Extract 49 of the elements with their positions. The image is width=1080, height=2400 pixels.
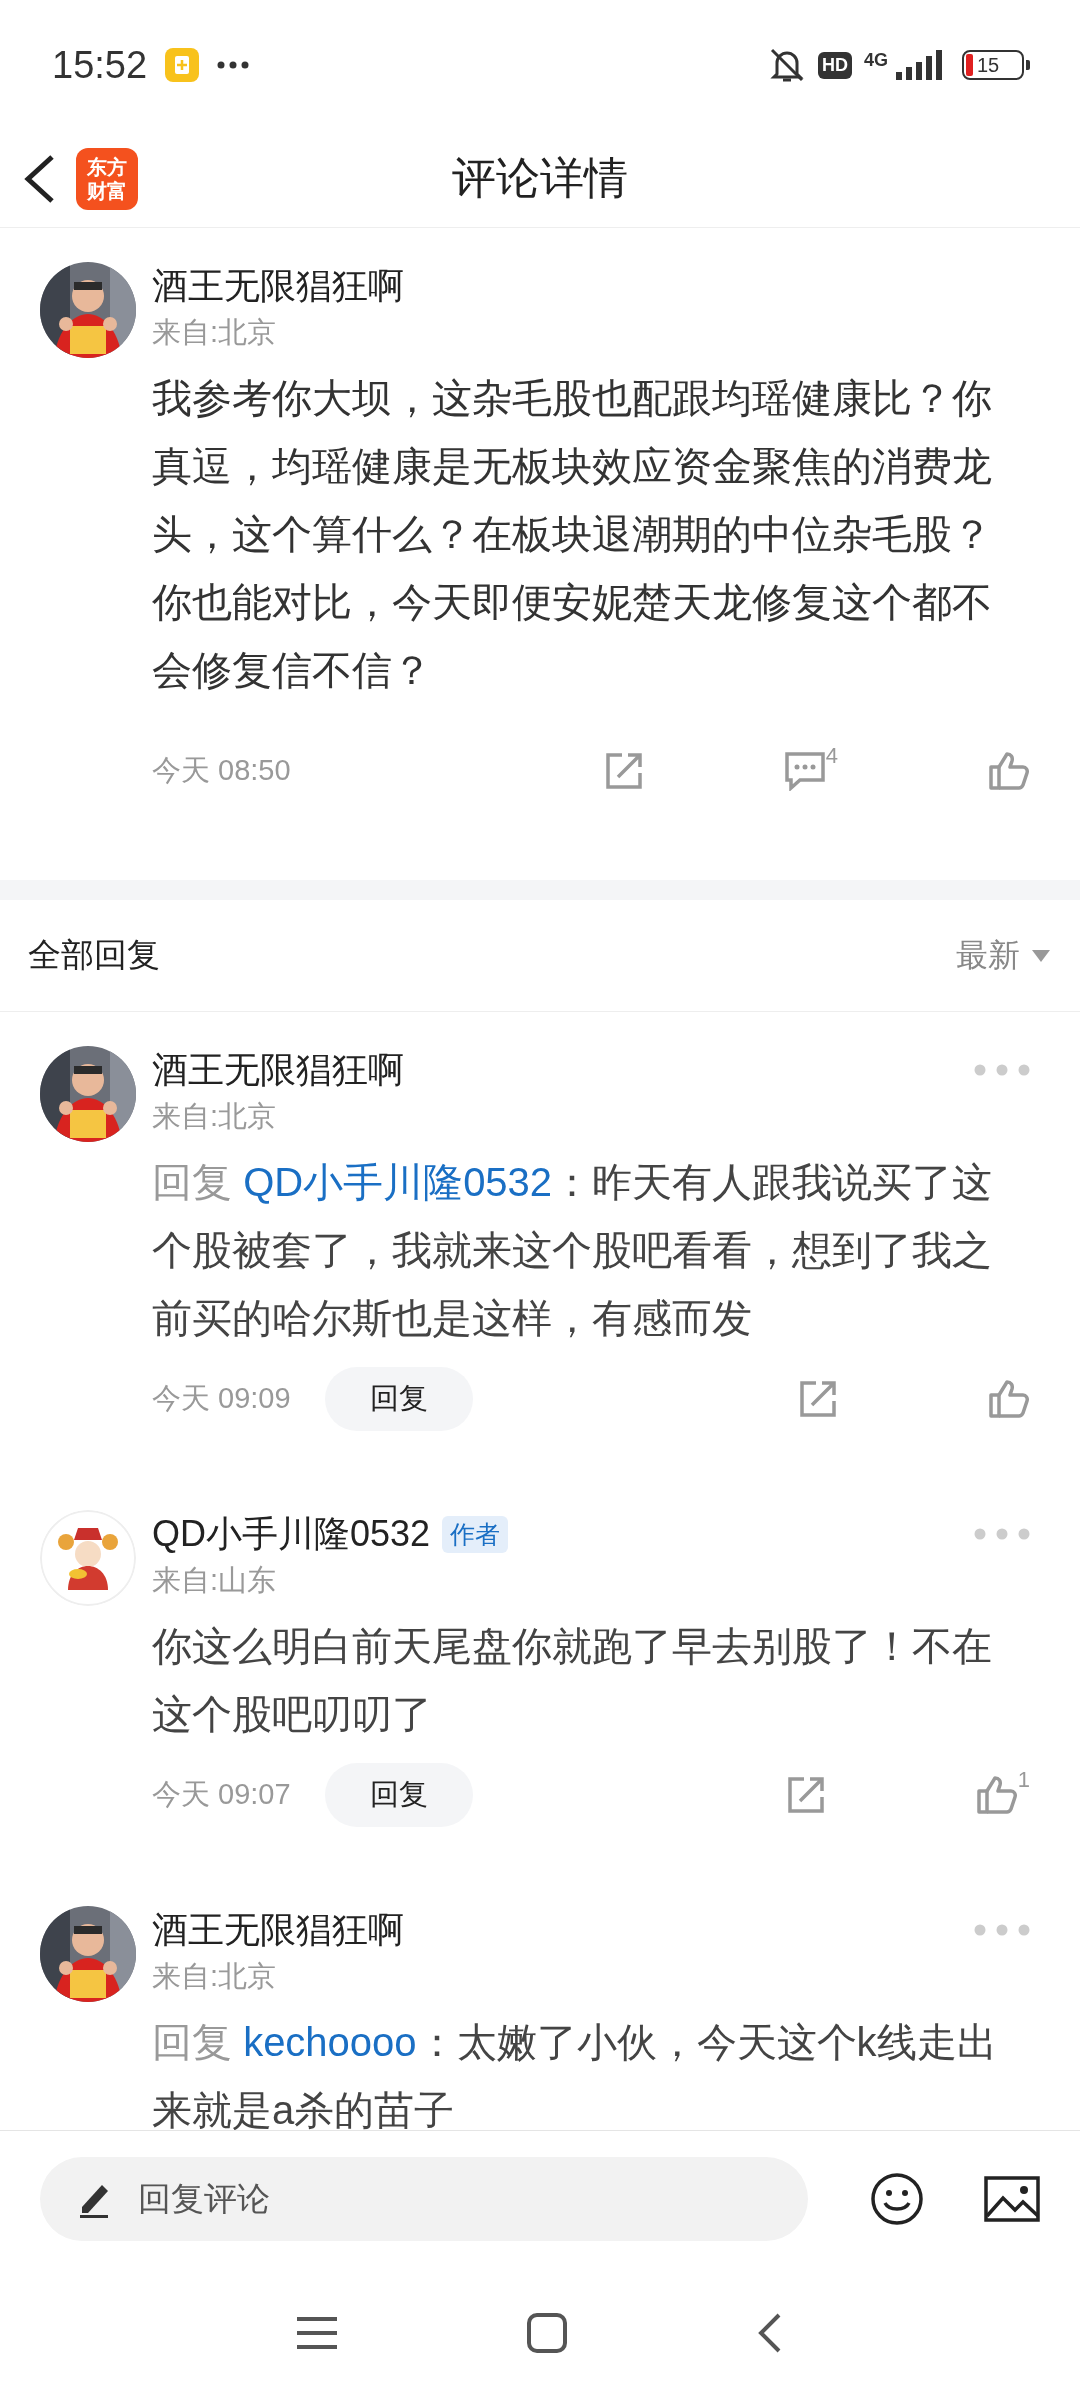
like-count: 1 bbox=[1017, 1767, 1030, 1793]
more-icon bbox=[217, 61, 250, 69]
comment-text: 我参考你大坝，这杂毛股也配跟均瑶健康比？你真逗，均瑶健康是无板块效应资金聚焦的消费龙头，这个算什么？在板块退潮期的中位杂毛股？你也能对比，今天即便安妮楚天龙修复这个都不会修复信不信？ bbox=[152, 375, 993, 694]
more-icon[interactable] bbox=[974, 1064, 1030, 1076]
reply-button[interactable]: 回复 bbox=[324, 1367, 473, 1431]
mute-bell-icon bbox=[768, 46, 806, 84]
username[interactable]: 酒王无限猖狂啊 bbox=[152, 1905, 404, 1955]
share-icon[interactable] bbox=[798, 1379, 838, 1419]
battery-app-icon bbox=[165, 48, 200, 82]
comment-field[interactable]: 回复评论 bbox=[40, 2156, 808, 2241]
thumbs-up-icon[interactable] bbox=[988, 1379, 1030, 1419]
location-label: 来自:北京 bbox=[152, 1959, 278, 1994]
hd-icon: HD bbox=[818, 51, 852, 79]
comment-text: 回复 kechoooo：太嫩了小伙，今天这个k线走出来就是a杀的苗子 bbox=[152, 2019, 998, 2130]
timestamp: 今天 08:50 bbox=[152, 753, 291, 788]
username[interactable]: 酒王无限猖狂啊 bbox=[152, 261, 404, 311]
back-icon[interactable] bbox=[22, 153, 56, 204]
username[interactable]: QD小手川隆0532 bbox=[152, 1509, 431, 1559]
username-link[interactable]: kechoooo bbox=[243, 2020, 417, 2064]
menu-icon[interactable] bbox=[297, 2316, 337, 2350]
home-icon[interactable] bbox=[527, 2313, 567, 2353]
section-title: 全部回复 bbox=[28, 935, 160, 975]
page-title: 评论详情 bbox=[452, 152, 628, 204]
dropdown-icon[interactable] bbox=[1032, 949, 1050, 962]
share-icon[interactable] bbox=[785, 1775, 826, 1815]
location-label: 来自:山东 bbox=[152, 1563, 278, 1598]
back-icon[interactable] bbox=[757, 2313, 783, 2353]
comment-count: 4 bbox=[825, 743, 838, 769]
reply-button[interactable]: 回复 bbox=[324, 1763, 473, 1827]
timestamp: 今天 09:07 bbox=[152, 1777, 291, 1812]
share-icon[interactable] bbox=[603, 751, 644, 791]
username-link[interactable]: QD小手川隆0532 bbox=[243, 1160, 553, 1204]
location-label: 来自:北京 bbox=[152, 315, 278, 350]
network-label: 4G bbox=[864, 50, 888, 71]
comment-icon[interactable] bbox=[783, 751, 826, 791]
thumbs-up-icon[interactable] bbox=[988, 751, 1030, 791]
more-icon[interactable] bbox=[974, 1924, 1030, 1936]
comment-text: 回复 QD小手川隆0532：昨天有人跟我说买了这个股被套了，我就来这个股吧看看，想到了我之前买的哈尔斯也是这样，有感而发 bbox=[152, 1159, 994, 1342]
smiley-icon[interactable] bbox=[870, 2171, 924, 2226]
location-label: 来自:北京 bbox=[152, 1099, 278, 1134]
thumbs-up-icon[interactable] bbox=[975, 1775, 1018, 1815]
clock-time: 15:52 bbox=[52, 43, 148, 87]
author-badge: 作者 bbox=[442, 1515, 509, 1553]
timestamp: 今天 09:09 bbox=[152, 1381, 291, 1416]
username[interactable]: 酒王无限猖狂啊 bbox=[152, 1045, 404, 1095]
more-icon[interactable] bbox=[974, 1528, 1030, 1540]
image-icon[interactable] bbox=[984, 2175, 1040, 2222]
comment-text: 你这么明白前天尾盘你就跑了早去别股了！不在这个股吧叨叨了 bbox=[152, 1623, 993, 1738]
sort-option[interactable]: 最新 bbox=[956, 933, 1020, 978]
